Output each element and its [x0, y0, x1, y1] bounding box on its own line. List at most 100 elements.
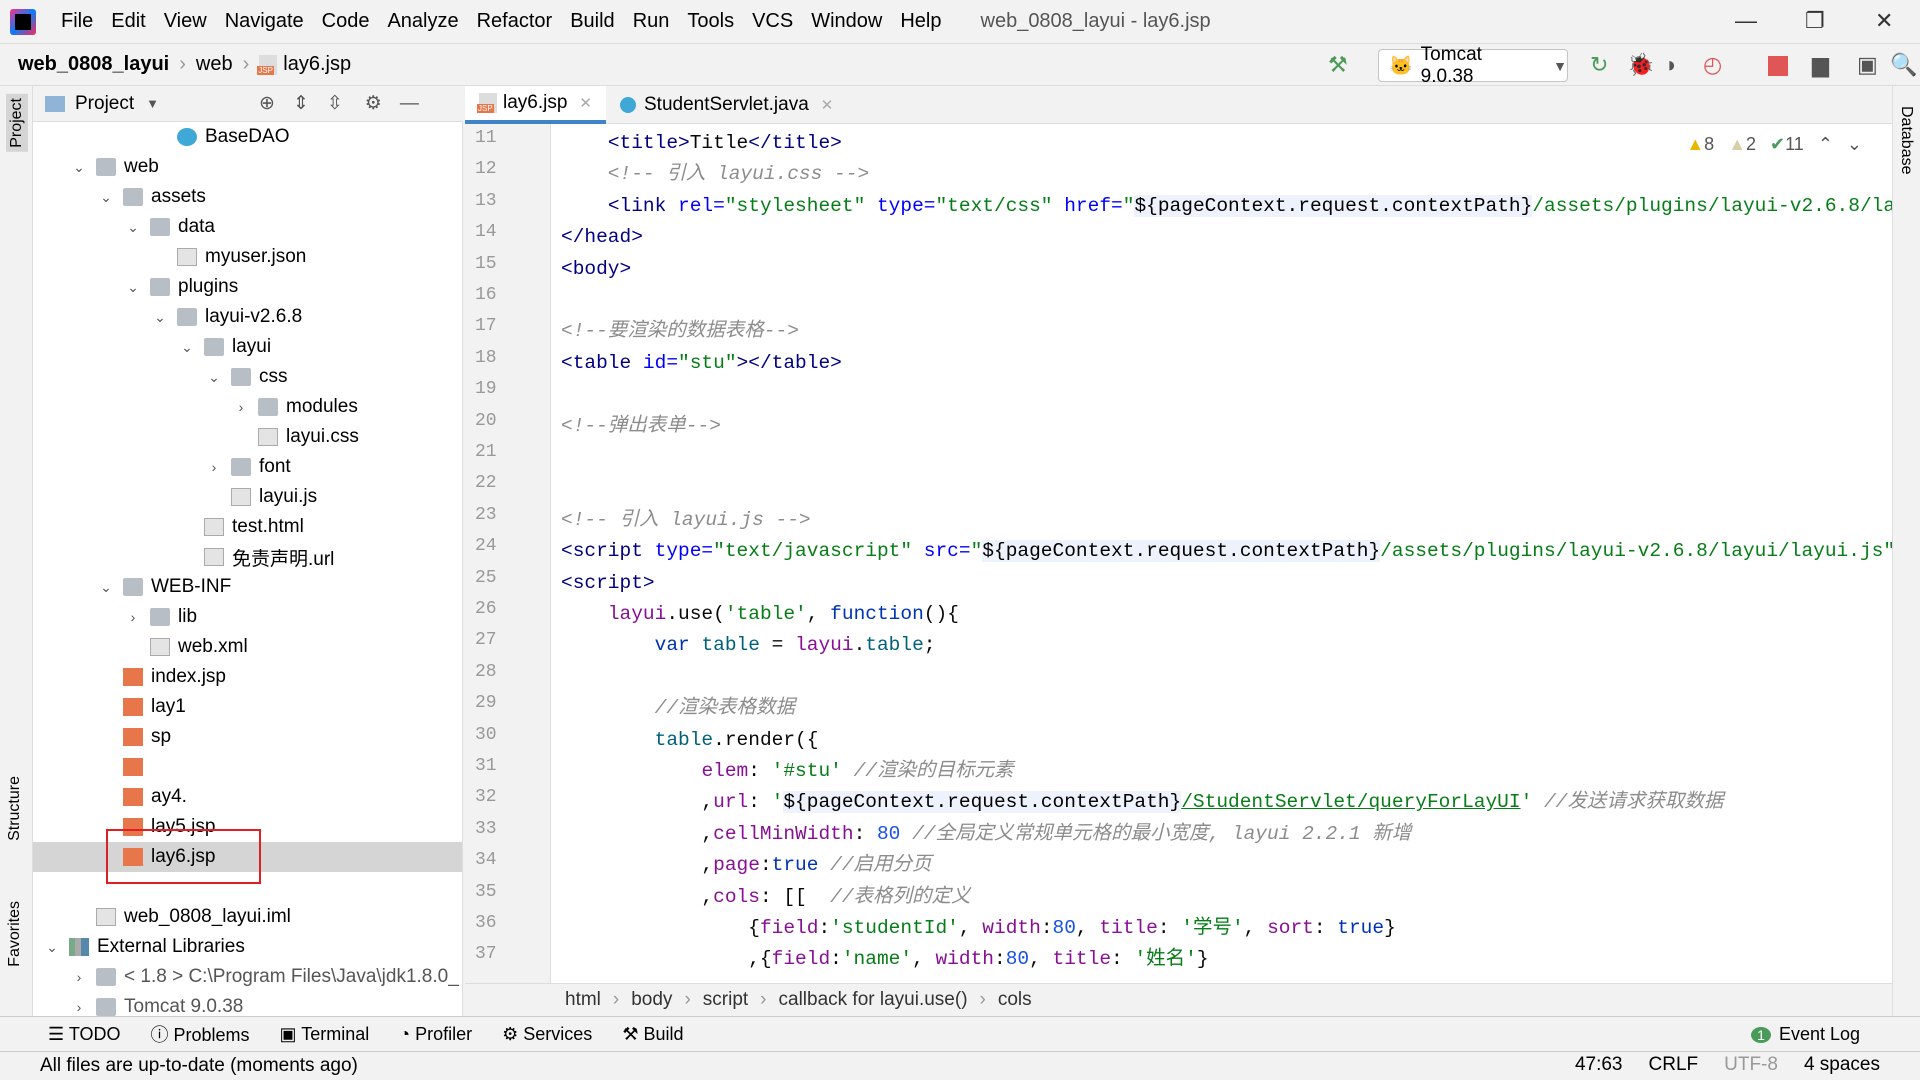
typos-count[interactable]: ✔11	[1770, 134, 1804, 155]
chevron-down-icon[interactable]: ⌄	[70, 159, 88, 176]
breadcrumb-item[interactable]: body	[631, 989, 672, 1011]
tree-item[interactable]: ⌄ plugins	[33, 272, 462, 302]
breadcrumb-item[interactable]: html	[565, 989, 601, 1011]
close-tab-icon[interactable]: ✕	[579, 94, 592, 112]
nav-project[interactable]: web_0808_layui	[18, 53, 169, 76]
code-line[interactable]: ,{field:'name', width:80, title: '姓名'}	[561, 944, 1208, 975]
code-line[interactable]: table.render({	[561, 725, 819, 756]
file-encoding[interactable]: UTF-8	[1724, 1054, 1778, 1076]
tree-item[interactable]: › lib	[33, 602, 462, 632]
chevron-down-icon[interactable]: ⌄	[97, 189, 115, 206]
menu-file[interactable]: File	[52, 10, 102, 33]
tree-item[interactable]: ⌄ assets	[33, 182, 462, 212]
chevron-right-icon[interactable]: ›	[70, 969, 88, 985]
code-line[interactable]: <table id="stu"></table>	[561, 348, 842, 379]
coverage-icon[interactable]: ◗	[1665, 52, 1678, 78]
tree-item[interactable]: ⌄ css	[33, 362, 462, 392]
chevron-down-icon[interactable]: ⌄	[43, 939, 61, 956]
tree-item[interactable]: › Tomcat 9.0.38	[33, 992, 462, 1016]
chevron-right-icon[interactable]: ›	[232, 399, 250, 415]
tree-item[interactable]	[33, 752, 462, 782]
menu-run[interactable]: Run	[624, 10, 679, 33]
line-separator[interactable]: CRLF	[1649, 1054, 1699, 1076]
tool-services[interactable]: ⚙ Services	[502, 1024, 592, 1045]
tool-problems[interactable]: ⓘ Problems	[150, 1021, 249, 1047]
structure-tool-button[interactable]: Structure	[6, 776, 24, 841]
close-button[interactable]: ✕	[1875, 8, 1893, 34]
tool-build[interactable]: ⚒ Build	[622, 1024, 683, 1045]
tree-item[interactable]: BaseDAO	[33, 122, 462, 152]
favorites-tool-button[interactable]: Favorites	[6, 901, 24, 967]
code-line[interactable]: ,url: '${pageContext.request.contextPath…	[561, 787, 1723, 818]
code-line[interactable]: //渲染表格数据	[561, 693, 795, 724]
profile-icon[interactable]: ◴	[1703, 52, 1722, 78]
code-line[interactable]: <body>	[561, 254, 631, 285]
code-line[interactable]: <script type="text/javascript" src="${pa…	[561, 536, 1892, 567]
restore-button[interactable]: ❐	[1805, 8, 1825, 34]
hide-panel-icon[interactable]: —	[400, 93, 419, 115]
tree-item[interactable]: ⌄ layui-v2.6.8	[33, 302, 462, 332]
code-line[interactable]: var table = layui.table;	[561, 630, 936, 661]
debug-bug-icon[interactable]: 🐞	[1627, 52, 1654, 78]
minimize-button[interactable]: —	[1735, 8, 1757, 34]
code-line[interactable]: ,cols: [[ //表格列的定义	[561, 882, 970, 913]
tree-item[interactable]: ay4.	[33, 782, 462, 812]
code-line[interactable]: <script>	[561, 568, 655, 599]
menu-window[interactable]: Window	[802, 10, 891, 33]
tree-item[interactable]: ⌄ data	[33, 212, 462, 242]
menu-edit[interactable]: Edit	[102, 10, 154, 33]
menu-refactor[interactable]: Refactor	[468, 10, 562, 33]
chevron-right-icon[interactable]: ›	[205, 459, 223, 475]
code-line[interactable]: ,page:true //启用分页	[561, 850, 931, 881]
status-message[interactable]: All files are up-to-date (moments ago)	[40, 1055, 358, 1077]
expand-all-icon[interactable]: ⇕	[293, 92, 309, 115]
chevron-right-icon[interactable]: ›	[70, 999, 88, 1015]
code-editor[interactable]: 11 12 13 14 15 16 17 18 19 20 21 22 23 24 25 26 27 28 29 30…	[465, 124, 1892, 983]
breadcrumb-item[interactable]: script	[703, 989, 748, 1011]
indent-setting[interactable]: 4 spaces	[1804, 1054, 1880, 1076]
locate-icon[interactable]: ⊕	[259, 92, 275, 115]
menu-help[interactable]: Help	[891, 10, 950, 33]
code-line[interactable]: {field:'studentId', width:80, title: '学号…	[561, 913, 1396, 944]
code-line[interactable]: <!--弹出表单-->	[561, 411, 721, 442]
project-tool-button[interactable]: Project	[6, 94, 28, 152]
event-log-button[interactable]: 1 Event Log	[1751, 1024, 1860, 1045]
build-hammer-icon[interactable]: ⚒	[1328, 52, 1348, 78]
code-line[interactable]: layui.use('table', function(){	[561, 599, 959, 630]
close-tab-icon[interactable]: ✕	[821, 96, 834, 114]
tree-item[interactable]: web.xml	[33, 632, 462, 662]
tree-item[interactable]: myuser.json	[33, 242, 462, 272]
code-line[interactable]: </head>	[561, 222, 643, 253]
tree-item[interactable]: layui.js	[33, 482, 462, 512]
chevron-down-icon[interactable]: ⌄	[124, 279, 142, 296]
tree-item[interactable]: 免责声明.url	[33, 542, 462, 572]
tree-item[interactable]: ⌄ web	[33, 152, 462, 182]
tree-item[interactable]: ⌄ layui	[33, 332, 462, 362]
next-highlight-icon[interactable]: ⌄	[1847, 134, 1862, 155]
tree-item[interactable]: › font	[33, 452, 462, 482]
previous-highlight-icon[interactable]: ⌃	[1818, 134, 1833, 155]
run-anything-icon[interactable]: ▣	[1857, 52, 1878, 78]
tree-item[interactable]: web_0808_layui.iml	[33, 902, 462, 932]
tree-item[interactable]: sp	[33, 722, 462, 752]
run-configuration-select[interactable]: 🐱 Tomcat 9.0.38 ▼	[1378, 44, 1568, 87]
code-line[interactable]: <!--要渲染的数据表格-->	[561, 316, 799, 347]
chevron-right-icon[interactable]: ›	[124, 609, 142, 625]
code-line[interactable]: <link rel="stylesheet" type="text/css" h…	[561, 191, 1892, 222]
rerun-icon[interactable]: ↻	[1590, 52, 1608, 78]
menu-build[interactable]: Build	[561, 10, 623, 33]
collapse-all-icon[interactable]: ⇳	[327, 92, 343, 115]
warnings-count[interactable]: ▲8	[1686, 134, 1714, 155]
inspection-widget[interactable]: ▲8 ▲2 ✔11 ⌃ ⌄	[1686, 134, 1862, 155]
tool-terminal[interactable]: ▣ Terminal	[280, 1024, 370, 1045]
menu-view[interactable]: View	[155, 10, 216, 33]
menu-vcs[interactable]: VCS	[743, 10, 802, 33]
menu-code[interactable]: Code	[313, 10, 379, 33]
tree-item[interactable]: index.jsp	[33, 662, 462, 692]
menu-analyze[interactable]: Analyze	[378, 10, 467, 33]
code-line[interactable]: <title>Title</title>	[561, 128, 842, 159]
tree-item[interactable]: › modules	[33, 392, 462, 422]
breadcrumb-item[interactable]: callback for layui.use()	[779, 989, 968, 1011]
chevron-down-icon[interactable]: ▼	[146, 96, 159, 111]
gear-icon[interactable]: ⚙	[365, 92, 382, 115]
